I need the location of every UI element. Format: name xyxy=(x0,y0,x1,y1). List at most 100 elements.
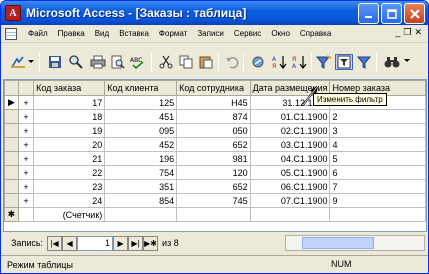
close-button[interactable] xyxy=(404,3,425,24)
table-row[interactable]: + 19 095 050 02.C1.1900 3 xyxy=(4,123,426,138)
paste-button[interactable] xyxy=(197,54,215,70)
print-button[interactable] xyxy=(89,54,107,70)
menu-window[interactable]: Окно xyxy=(266,29,295,38)
spelling-button[interactable]: ABC xyxy=(129,54,147,70)
column-header-employee-id[interactable]: Код сотрудника xyxy=(176,80,251,96)
menu-help[interactable]: Справка xyxy=(295,29,336,38)
cell-order-id[interactable]: 24 xyxy=(33,193,106,208)
cell-order-id[interactable]: 23 xyxy=(33,179,106,194)
cell-order-number[interactable]: 3 xyxy=(329,123,426,138)
cell-order-number[interactable]: 6 xyxy=(329,165,426,180)
cell-client-id[interactable]: 854 xyxy=(104,193,178,208)
sort-ascending-button[interactable]: AЯ xyxy=(271,54,289,70)
cell-order-number-new[interactable] xyxy=(329,207,426,222)
cell-employee-id[interactable]: 120 xyxy=(176,165,251,180)
record-indicator[interactable] xyxy=(4,151,19,166)
new-record-indicator[interactable]: ✱ xyxy=(4,207,19,222)
expand-icon[interactable]: + xyxy=(17,95,35,110)
cell-employee-id-new[interactable] xyxy=(176,207,251,222)
print-preview-button[interactable] xyxy=(109,54,127,70)
table-row[interactable]: + 22 754 120 05.C1.1900 6 xyxy=(4,165,426,180)
mdi-minimize-icon[interactable]: _ xyxy=(395,27,400,38)
menu-format[interactable]: Формат xyxy=(154,29,192,38)
toolbar-more-button[interactable] xyxy=(403,54,411,70)
cell-date[interactable]: 06.C1.1900 xyxy=(249,179,331,194)
table-row[interactable]: + 20 452 652 03.C1.1900 4 xyxy=(4,137,426,152)
cell-employee-id[interactable]: H45 xyxy=(176,95,251,110)
cell-employee-id[interactable]: 652 xyxy=(176,137,251,152)
cell-client-id[interactable]: 196 xyxy=(104,151,178,166)
menu-view[interactable]: Вид xyxy=(90,29,114,38)
cell-date-new[interactable] xyxy=(249,207,331,222)
filter-by-form-button[interactable] xyxy=(335,54,353,70)
cell-client-id[interactable]: 754 xyxy=(104,165,178,180)
cut-button[interactable] xyxy=(157,54,175,70)
record-indicator[interactable] xyxy=(4,165,19,180)
expand-icon[interactable]: + xyxy=(17,151,35,166)
cell-date[interactable]: 03.C1.1900 xyxy=(249,137,331,152)
cell-date[interactable]: 05.C1.1900 xyxy=(249,165,331,180)
mdi-close-icon[interactable]: ✕ xyxy=(414,27,422,38)
expand-icon[interactable]: + xyxy=(17,193,35,208)
cell-order-id[interactable]: 19 xyxy=(33,123,106,138)
cell-order-id[interactable]: 20 xyxy=(33,137,106,152)
record-indicator[interactable] xyxy=(4,109,19,124)
record-indicator[interactable] xyxy=(4,123,19,138)
expand-icon[interactable]: + xyxy=(17,109,35,124)
cell-employee-id[interactable]: 874 xyxy=(176,109,251,124)
view-dropdown-button[interactable] xyxy=(27,54,35,70)
cell-order-number[interactable]: 7 xyxy=(329,179,426,194)
minimize-button[interactable] xyxy=(358,3,379,24)
cell-employee-id[interactable]: 050 xyxy=(176,123,251,138)
table-window-icon[interactable] xyxy=(5,27,17,40)
record-indicator[interactable] xyxy=(4,179,19,194)
menu-records[interactable]: Записи xyxy=(192,29,229,38)
menu-edit[interactable]: Правка xyxy=(53,29,90,38)
cell-order-id-new[interactable]: (Счетчик) xyxy=(33,207,106,222)
search-button[interactable] xyxy=(67,54,85,70)
cell-client-id[interactable]: 351 xyxy=(104,179,178,194)
table-row[interactable]: + 21 196 981 04.C1.1900 5 xyxy=(4,151,426,166)
cell-client-id[interactable]: 125 xyxy=(104,95,178,110)
cell-order-number[interactable]: 5 xyxy=(329,151,426,166)
menu-file[interactable]: Файл xyxy=(23,29,53,38)
current-record-field[interactable]: 1 xyxy=(77,235,114,251)
save-button[interactable] xyxy=(46,54,64,70)
first-record-button[interactable]: |◀ xyxy=(47,235,63,251)
insert-hyperlink-button[interactable] xyxy=(249,54,267,70)
cell-date[interactable]: 07.C1.1900 xyxy=(249,193,331,208)
cell-order-id[interactable]: 18 xyxy=(33,109,106,124)
cell-order-id[interactable]: 17 xyxy=(33,95,106,110)
record-indicator[interactable]: ▶ xyxy=(4,95,19,110)
cell-client-id-new[interactable] xyxy=(104,207,178,222)
next-record-button[interactable]: ▶ xyxy=(113,235,129,251)
cell-client-id[interactable]: 451 xyxy=(104,109,178,124)
cell-order-number[interactable]: 9 xyxy=(329,193,426,208)
previous-record-button[interactable]: ◀ xyxy=(62,235,78,251)
cell-order-number[interactable]: 2 xyxy=(329,109,426,124)
access-app-icon[interactable]: A xyxy=(5,5,21,21)
expand-icon[interactable]: + xyxy=(17,123,35,138)
copy-button[interactable] xyxy=(177,54,195,70)
mdi-restore-icon[interactable]: ❐ xyxy=(403,27,411,38)
expand-icon[interactable]: + xyxy=(17,165,35,180)
horizontal-scrollbar[interactable] xyxy=(285,235,425,251)
new-record-button[interactable]: ▶✱ xyxy=(143,235,159,251)
cell-order-id[interactable]: 22 xyxy=(33,165,106,180)
maximize-button[interactable] xyxy=(381,3,402,24)
cell-date[interactable]: 02.C1.1900 xyxy=(249,123,331,138)
last-record-button[interactable]: ▶| xyxy=(128,235,144,251)
record-indicator[interactable] xyxy=(4,137,19,152)
sort-descending-button[interactable]: ЯA xyxy=(291,54,309,70)
cell-client-id[interactable]: 452 xyxy=(104,137,178,152)
cell-employee-id[interactable]: 745 xyxy=(176,193,251,208)
record-indicator[interactable] xyxy=(4,193,19,208)
cell-employee-id[interactable]: 981 xyxy=(176,151,251,166)
column-header-client-id[interactable]: Код клиента xyxy=(104,80,178,96)
apply-filter-button[interactable] xyxy=(355,54,373,70)
filter-by-selection-button[interactable] xyxy=(315,54,333,70)
table-row[interactable]: + 24 854 745 07.C1.1900 9 xyxy=(4,193,426,208)
find-button[interactable] xyxy=(383,54,401,70)
menu-tools[interactable]: Сервис xyxy=(229,29,266,38)
new-record-row[interactable]: ✱ (Счетчик) xyxy=(4,207,426,222)
